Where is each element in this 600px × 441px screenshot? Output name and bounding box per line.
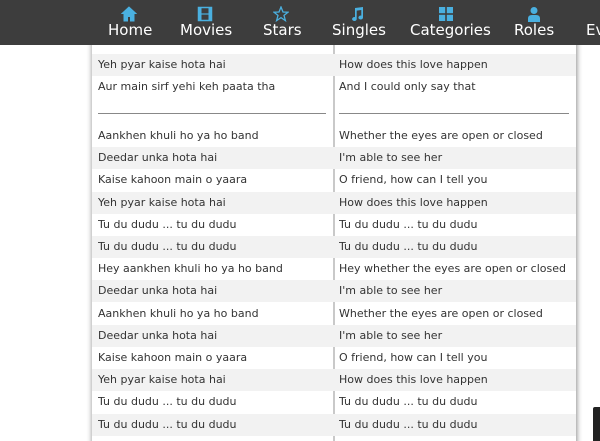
lyric-original: Yeh pyar kaise hota hai [98, 373, 226, 387]
lyric-translation: O friend, how can I tell you [339, 173, 488, 187]
nav-home-label: Home [108, 21, 153, 39]
lyric-row: Tu du dudu ... tu du dudu Tu du dudu ... … [92, 236, 576, 258]
lyric-original: Hey aankhen khuli ho ya ho band [98, 262, 283, 276]
nav-singles-label: Singles [332, 21, 386, 39]
nav-categories-label: Categories [410, 21, 491, 39]
lyric-row: Deedar unka hota hai I'm able to see her [92, 280, 576, 303]
lyric-translation: How does this love happen [339, 195, 488, 209]
lyric-original: Aankhen khuli ho ya ho band [98, 129, 259, 142]
lyric-row: Deedar unka hota hai I'm able to see her [92, 324, 576, 347]
nav-stars-label: Stars [263, 21, 302, 39]
stanza-separator-right [339, 113, 569, 114]
nav-singles[interactable]: Singles [332, 6, 386, 42]
lyric-original: Deedar unka hota hai [98, 284, 218, 298]
lyric-row: Tu du dudu ... tu du dudu Tu du dudu ... … [92, 413, 576, 436]
lyric-translation: How does this love happen [339, 58, 488, 71]
nav-roles[interactable]: Roles [514, 6, 554, 42]
lyric-original: Deedar unka hota hai [98, 151, 218, 165]
film-icon [180, 6, 230, 22]
lyric-translation: How does this love happen [339, 373, 488, 387]
lyric-translation: Whether the eyes are open or closed [339, 306, 543, 320]
lyric-original: Kaise kahoon main o yaara [98, 351, 248, 364]
lyric-translation: Tu du dudu ... tu du dudu [339, 240, 478, 253]
lyric-original: Tu du dudu ... tu du dudu [98, 217, 237, 231]
lyric-translation: I'm able to see her [339, 328, 443, 342]
nav-movies-label: Movies [180, 21, 233, 39]
lyric-original: Kaise kahoon main o yaara [98, 173, 248, 187]
lyric-original: Tu du dudu ... tu du dudu [98, 395, 237, 409]
home-icon [108, 6, 150, 22]
nav-stars[interactable]: Stars [263, 5, 302, 42]
lyrics-table: Yeh pyar kaise hota hai How does this lov… [91, 32, 576, 441]
top-nav-bar: Home Movies Stars Singles Categories Rol… [0, 0, 600, 45]
music-note-icon [332, 6, 382, 22]
lyric-original: Tu du dudu ... tu du dudu [98, 240, 237, 253]
lyric-row: Aur main sirf yehi keh paata tha And I co… [92, 76, 576, 98]
lyric-translation: O friend, how can I tell you [339, 351, 488, 364]
lyric-original: Aur main sirf yehi keh paata tha [98, 80, 276, 93]
stanza-separator-left [98, 113, 326, 114]
page-scrollbar-thumb[interactable] [593, 407, 600, 441]
lyric-translation: Tu du dudu ... tu du dudu [339, 217, 478, 231]
nav-events-partial[interactable]: Ev [586, 6, 600, 42]
nav-home[interactable]: Home [108, 6, 153, 42]
lyric-original: Tu du dudu ... tu du dudu [98, 417, 237, 431]
lyric-row: Aankhen khuli ho ya ho band Whether the e… [92, 125, 576, 147]
lyric-original: Aankhen khuli ho ya ho band [98, 306, 259, 320]
lyric-original: Yeh pyar kaise hota hai [98, 195, 226, 209]
nav-movies[interactable]: Movies [180, 6, 233, 42]
lyric-translation: Tu du dudu ... tu du dudu [339, 417, 478, 431]
star-icon [263, 5, 299, 23]
lyric-row: Tu du dudu ... tu du dudu Tu du dudu ... … [92, 214, 576, 236]
lyric-row: Yeh pyar kaise hota hai How does this lov… [92, 191, 576, 214]
lyric-row: Yeh pyar kaise hota hai How does this lov… [92, 369, 576, 392]
lyric-row: Hey aankhen khuli ho ya ho band Hey wheth… [92, 258, 576, 280]
lyric-row: Tu du dudu ... tu du dudu Tu du dudu ... … [92, 391, 576, 413]
lyric-original: Yeh pyar kaise hota hai [98, 58, 226, 71]
nav-roles-label: Roles [514, 21, 555, 39]
lyric-row: Yeh pyar kaise hota hai How does this lov… [92, 54, 576, 76]
lyric-translation: I'm able to see her [339, 284, 443, 298]
nav-events-label: Ev [586, 21, 600, 39]
nav-categories[interactable]: Categories [410, 6, 491, 42]
user-icon [514, 6, 554, 22]
lyric-translation: I'm able to see her [339, 151, 443, 165]
grid-icon [410, 6, 482, 22]
lyric-row: Deedar unka hota hai I'm able to see her [92, 147, 576, 170]
lyric-translation: Hey whether the eyes are open or closed [339, 262, 566, 276]
lyric-row: Aankhen khuli ho ya ho band Whether the e… [92, 303, 576, 325]
lyric-row: Kaise kahoon main o yaara O friend, how c… [92, 169, 576, 191]
lyric-original: Deedar unka hota hai [98, 328, 218, 342]
lyric-translation: Whether the eyes are open or closed [339, 129, 543, 142]
lyric-translation: Tu du dudu ... tu du dudu [339, 395, 478, 409]
lyric-translation: And I could only say that [339, 80, 476, 93]
lyric-row: Kaise kahoon main o yaara O friend, how c… [92, 347, 576, 369]
